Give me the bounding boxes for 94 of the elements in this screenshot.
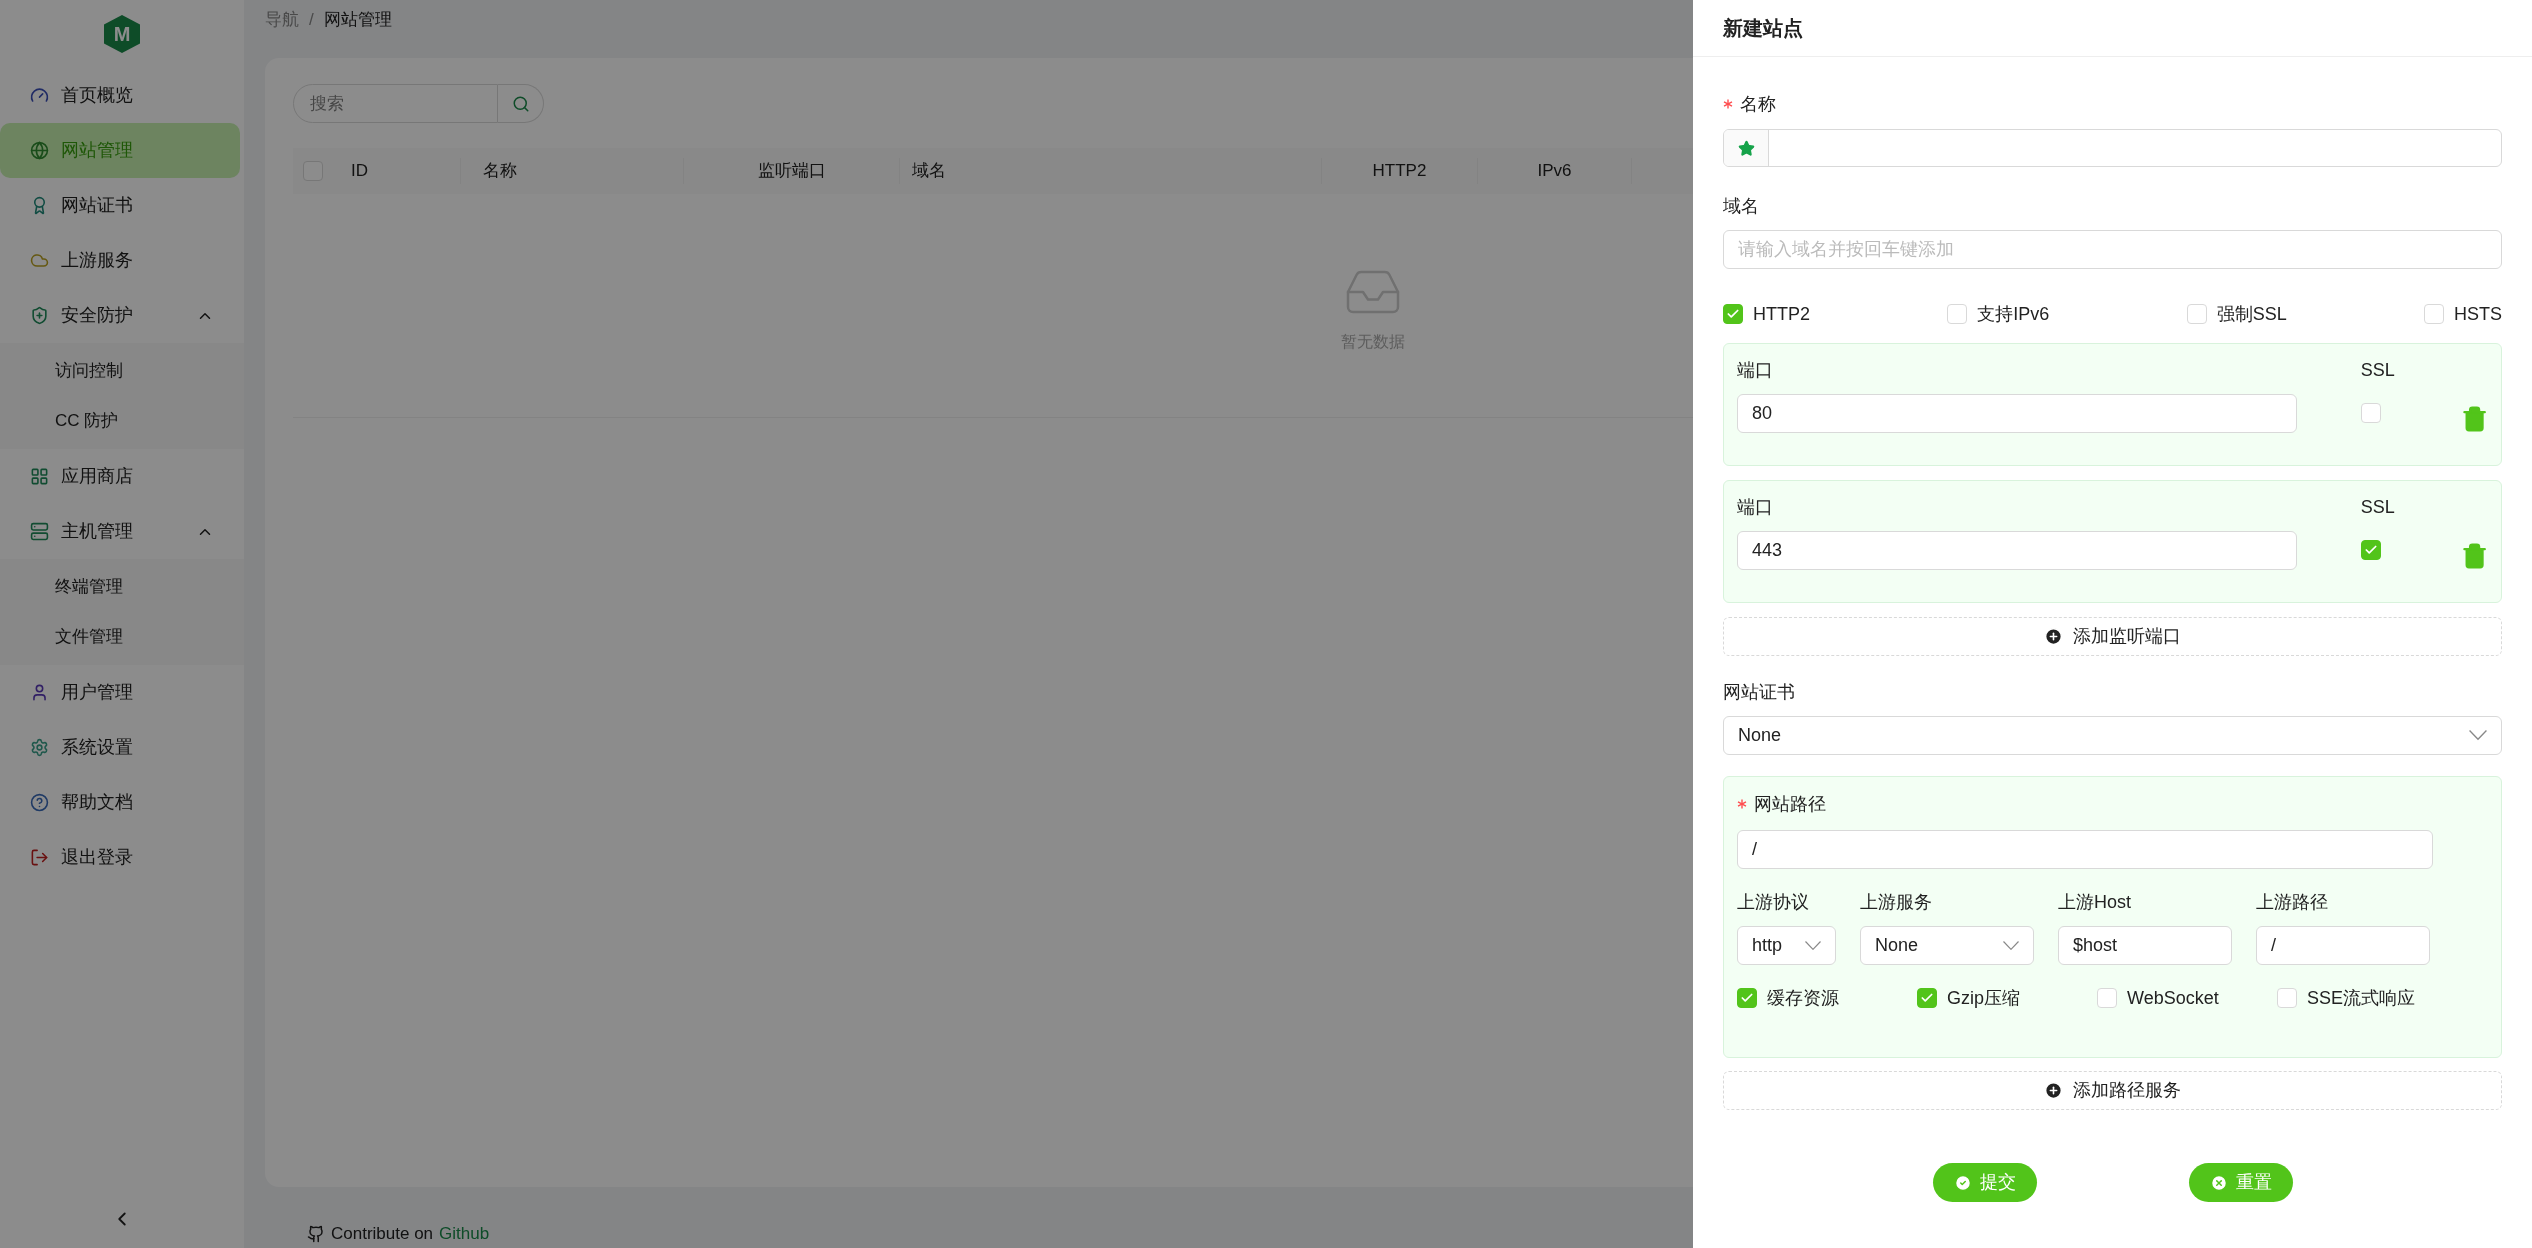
server-icon <box>30 522 49 541</box>
option-label: HSTS <box>2453 302 2502 326</box>
check-icon <box>1740 991 1754 1005</box>
option-label: 支持IPv6 <box>1977 302 2050 326</box>
column-header: HTTP2 <box>1372 160 1427 183</box>
column-header: 名称 <box>483 160 517 183</box>
sidebar-subitem[interactable]: 文件管理 <box>0 612 244 662</box>
check-icon <box>2363 543 2378 557</box>
checkbox[interactable] <box>1723 304 1743 324</box>
field-label: SSL <box>2360 359 2395 382</box>
option-label: 强制SSL <box>2216 302 2287 326</box>
sidebar-subitem[interactable]: 终端管理 <box>0 562 244 612</box>
field-label: 上游Host <box>2058 891 2132 914</box>
sidebar-item[interactable]: 安全防护 <box>0 288 240 343</box>
field-label: 网站路径 <box>1754 792 1826 816</box>
breadcrumb-separator: / <box>309 9 314 32</box>
checkbox[interactable] <box>2097 988 2117 1008</box>
sidebar-subitem[interactable]: CC 防护 <box>0 396 244 446</box>
option-label: 缓存资源 <box>1767 986 1839 1010</box>
sidebar-subitem[interactable]: 访问控制 <box>0 346 244 396</box>
sidebar-item[interactable]: 主机管理 <box>0 504 240 559</box>
sidebar-item[interactable]: 退出登录 <box>0 830 240 885</box>
star-icon <box>1737 139 1755 157</box>
search-field[interactable]: 搜索 <box>293 84 498 123</box>
logo: M <box>103 14 141 54</box>
field-label: 端口 <box>1737 359 1774 382</box>
sidebar-item[interactable]: 网站证书 <box>0 178 240 233</box>
name-field[interactable] <box>1723 129 2502 167</box>
upstream-field[interactable]: / <box>2256 926 2430 965</box>
column-header: 域名 <box>912 160 946 183</box>
upstream-select[interactable]: None <box>1860 926 2034 965</box>
plus-icon <box>2044 1081 2063 1100</box>
footer-text: Contribute on <box>331 1223 434 1245</box>
option-label: SSE流式响应 <box>2307 986 2416 1010</box>
upstream-field[interactable]: $host <box>2058 926 2232 965</box>
add-port-button[interactable]: 添加监听端口 <box>1723 617 2502 656</box>
plus-icon <box>2044 627 2063 646</box>
check-icon <box>1726 307 1740 321</box>
checkbox[interactable] <box>1917 988 1937 1008</box>
chevron-down-icon <box>2469 730 2487 741</box>
option-label: Gzip压缩 <box>1947 986 2020 1010</box>
field-label: SSL <box>2360 496 2395 519</box>
logout-icon <box>30 848 49 867</box>
github-icon <box>307 1224 325 1243</box>
field-label: 端口 <box>1737 496 1774 519</box>
certificate-select[interactable]: None <box>1723 716 2502 755</box>
add-path-button[interactable]: 添加路径服务 <box>1723 1071 2502 1110</box>
field-label: 域名 <box>1723 195 1760 218</box>
checkbox[interactable] <box>2423 304 2444 324</box>
field-label: 名称 <box>1740 92 1776 116</box>
sidebar-item[interactable]: 系统设置 <box>0 720 240 775</box>
checkbox[interactable] <box>2360 540 2381 560</box>
upstream-select[interactable]: http <box>1737 926 1836 965</box>
checkbox[interactable] <box>1947 304 1968 324</box>
option-label: HTTP2 <box>1753 302 1810 326</box>
settings-icon <box>30 738 49 757</box>
checkbox[interactable] <box>2277 988 2297 1008</box>
field-label: 上游路径 <box>2256 891 2329 914</box>
chevron-down-icon <box>2003 941 2019 950</box>
breadcrumb-item: 网站管理 <box>323 9 392 32</box>
option-label: WebSocket <box>2127 986 2219 1010</box>
chevron-down-icon <box>1805 941 1821 950</box>
field-label: 网站证书 <box>1723 681 1796 704</box>
field-label: 上游协议 <box>1737 891 1810 914</box>
column-header: ID <box>351 160 368 183</box>
search-icon <box>511 94 530 113</box>
trash-icon[interactable] <box>2460 405 2488 433</box>
close-circle-icon <box>2209 1173 2228 1192</box>
sidebar-item[interactable]: 用户管理 <box>0 665 240 720</box>
column-header: IPv6 <box>1537 160 1572 183</box>
shield-icon <box>30 306 49 325</box>
sidebar-item[interactable]: 应用商店 <box>0 449 240 504</box>
path-field[interactable]: / <box>1737 830 2433 869</box>
checkbox[interactable] <box>2186 304 2207 324</box>
help-icon <box>30 793 49 812</box>
drawer-title: 新建站点 <box>1723 16 1803 41</box>
trash-icon[interactable] <box>2460 542 2488 570</box>
checkbox[interactable] <box>2360 403 2381 423</box>
check-icon <box>1920 991 1934 1005</box>
column-header: 监听端口 <box>757 160 826 183</box>
cloud-icon <box>30 251 49 270</box>
user-icon <box>30 683 49 702</box>
checkbox[interactable] <box>1737 988 1757 1008</box>
sidebar-item[interactable]: 帮助文档 <box>0 775 240 830</box>
sidebar-item[interactable]: 首页概览 <box>0 68 240 123</box>
globe-icon <box>30 141 49 160</box>
port-field[interactable]: 80 <box>1737 394 2297 433</box>
port-field[interactable]: 443 <box>1737 531 2297 570</box>
sidebar-item[interactable]: 上游服务 <box>0 233 240 288</box>
gauge-icon <box>30 86 49 105</box>
domain-field[interactable]: 请输入域名并按回车键添加 <box>1723 230 2502 269</box>
check-circle-icon <box>1953 1173 1972 1192</box>
grid-icon <box>30 467 49 486</box>
field-label: 上游服务 <box>1860 891 1933 914</box>
